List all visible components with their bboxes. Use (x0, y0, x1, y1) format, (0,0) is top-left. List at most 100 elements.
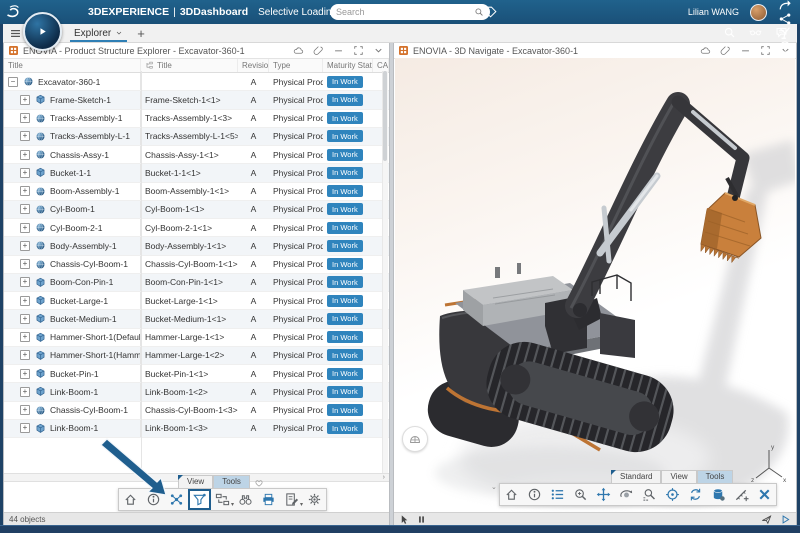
row-expander[interactable]: − (8, 77, 18, 87)
row-expander[interactable]: + (20, 423, 30, 433)
structure-icon[interactable] (165, 489, 188, 510)
zoom-area-icon[interactable] (638, 484, 661, 505)
info-icon[interactable] (142, 489, 165, 510)
pause-icon[interactable] (416, 514, 427, 525)
row-expander[interactable]: + (20, 113, 30, 123)
measure-icon[interactable] (730, 484, 753, 505)
table-row[interactable]: + Body-Assembly-1 Body-Assembly-1<1> A P… (4, 237, 389, 255)
collapse-icon[interactable] (373, 45, 384, 56)
cloud-icon[interactable] (700, 45, 711, 56)
table-row[interactable]: + Boom-Con-Pin-1 Boom-Con-Pin-1<1> A Phy… (4, 274, 389, 292)
compare-icon[interactable]: ▾ (211, 489, 234, 510)
row-expander[interactable]: + (20, 369, 30, 379)
search-input[interactable]: Search (330, 4, 490, 20)
info-icon[interactable] (523, 484, 546, 505)
database-icon[interactable] (707, 484, 730, 505)
row-expander[interactable]: + (20, 131, 30, 141)
row-expander[interactable]: + (20, 186, 30, 196)
row-expander[interactable]: + (20, 150, 30, 160)
row-expander[interactable]: + (20, 259, 30, 269)
table-row[interactable]: + Chassis-Cyl-Boom-1 Chassis-Cyl-Boom-1<… (4, 402, 389, 420)
update-icon[interactable] (684, 484, 707, 505)
reader-icon[interactable] (749, 26, 763, 40)
maximize-icon[interactable] (353, 45, 364, 56)
share-icon[interactable] (778, 12, 792, 26)
table-row[interactable]: + Bucket-Pin-1 Bucket-Pin-1<1> A Physica… (4, 365, 389, 383)
attach-icon[interactable] (720, 45, 731, 56)
table-row[interactable]: + Bucket-Large-1 Bucket-Large-1<1> A Phy… (4, 292, 389, 310)
col-title-instance[interactable]: Title (141, 59, 238, 72)
select-cursor-icon[interactable] (399, 514, 410, 525)
col-title[interactable]: Title (4, 59, 141, 72)
row-expander[interactable]: + (20, 332, 30, 342)
table-row[interactable]: + Frame-Sketch-1 Frame-Sketch-1<1> A Phy… (4, 91, 389, 109)
compass-icon[interactable] (23, 12, 62, 51)
export-icon[interactable]: ▾ (280, 489, 303, 510)
table-row[interactable]: + Bucket-Medium-1 Bucket-Medium-1<1> A P… (4, 310, 389, 328)
help-icon[interactable] (778, 40, 792, 54)
tab-explorer[interactable]: Explorer (70, 24, 127, 42)
close-icon[interactable] (753, 484, 776, 505)
minimize-icon[interactable] (333, 45, 344, 56)
tag-icon[interactable] (484, 5, 498, 19)
table-row[interactable]: + Cyl-Boom-2-1 Cyl-Boom-2-1<1> A Physica… (4, 219, 389, 237)
col-type[interactable]: Type (269, 59, 323, 72)
table-row[interactable]: + Boom-Assembly-1 Boom-Assembly-1<1> A P… (4, 183, 389, 201)
toolbar-tab-view[interactable]: View (661, 470, 696, 483)
settings-icon[interactable] (303, 489, 326, 510)
row-expander[interactable]: + (20, 405, 30, 415)
maximize-icon[interactable] (760, 45, 771, 56)
toolbar-tab-tools[interactable]: Tools (213, 475, 250, 488)
col-revision[interactable]: Revision (238, 59, 269, 72)
table-row[interactable]: + Chassis-Cyl-Boom-1 Chassis-Cyl-Boom-1<… (4, 256, 389, 274)
row-expander[interactable]: + (20, 204, 30, 214)
row-expander[interactable]: + (20, 241, 30, 251)
row-expander[interactable]: + (20, 223, 30, 233)
table-row[interactable]: + Hammer-Short-1(Default<As Machined>) H… (4, 329, 389, 347)
toolbar-tab-view[interactable]: View (178, 475, 213, 488)
table-row[interactable]: + Link-Boom-1 Link-Boom-1<3> A Physical … (4, 420, 389, 438)
table-row[interactable]: + Bucket-1-1 Bucket-1-1<1> A Physical Pr… (4, 164, 389, 182)
swym-icon[interactable] (778, 26, 792, 40)
row-expander[interactable]: + (20, 387, 30, 397)
table-row[interactable]: + Link-Boom-1 Link-Boom-1<2> A Physical … (4, 383, 389, 401)
3d-viewport[interactable]: y z x StandardViewTools ⌄ (395, 58, 795, 512)
col-maturity[interactable]: Maturity State (323, 59, 373, 72)
row-expander[interactable]: + (20, 296, 30, 306)
zoom-icon[interactable] (569, 484, 592, 505)
table-row[interactable]: − Excavator-360-1 A Physical Product In … (4, 73, 389, 91)
toolbar-collapse-icon[interactable]: ⌄ (491, 483, 497, 491)
pin-icon[interactable] (761, 514, 772, 525)
find-icon[interactable] (234, 489, 257, 510)
home-icon[interactable] (500, 484, 523, 505)
table-row[interactable]: + Tracks-Assembly-L-1 Tracks-Assembly-L-… (4, 128, 389, 146)
row-expander[interactable]: + (20, 314, 30, 324)
forward-icon[interactable] (778, 0, 792, 12)
row-expander[interactable]: + (20, 168, 30, 178)
minimize-icon[interactable] (740, 45, 751, 56)
attach-icon[interactable] (313, 45, 324, 56)
vertical-scrollbar[interactable] (382, 71, 388, 475)
cloud-icon[interactable] (293, 45, 304, 56)
list-icon[interactable] (546, 484, 569, 505)
row-expander[interactable]: + (20, 95, 30, 105)
table-row[interactable]: + Chassis-Assy-1 Chassis-Assy-1<1> A Phy… (4, 146, 389, 164)
table-row[interactable]: + Tracks-Assembly-1 Tracks-Assembly-1<3>… (4, 110, 389, 128)
rotate-icon[interactable] (615, 484, 638, 505)
play-icon[interactable] (780, 514, 791, 525)
table-row[interactable]: + Hammer-Short-1(Hammer-Long<As Mac... H… (4, 347, 389, 365)
pan-icon[interactable] (592, 484, 615, 505)
toolbar-tab-standard[interactable]: Standard (611, 470, 661, 483)
toolbar-tab-tools[interactable]: Tools (697, 470, 734, 483)
print-icon[interactable] (257, 489, 280, 510)
assistant-button[interactable] (402, 426, 428, 452)
user-avatar[interactable] (750, 4, 767, 21)
row-expander[interactable]: + (20, 350, 30, 360)
new-tab-button[interactable]: + (137, 27, 145, 40)
table-row[interactable]: + Cyl-Boom-1 Cyl-Boom-1<1> A Physical Pr… (4, 201, 389, 219)
user-name[interactable]: Lilian WANG (688, 7, 739, 17)
filter-icon[interactable] (188, 489, 211, 510)
menu-icon[interactable] (9, 27, 22, 40)
row-expander[interactable]: + (20, 277, 30, 287)
home-icon[interactable] (119, 489, 142, 510)
